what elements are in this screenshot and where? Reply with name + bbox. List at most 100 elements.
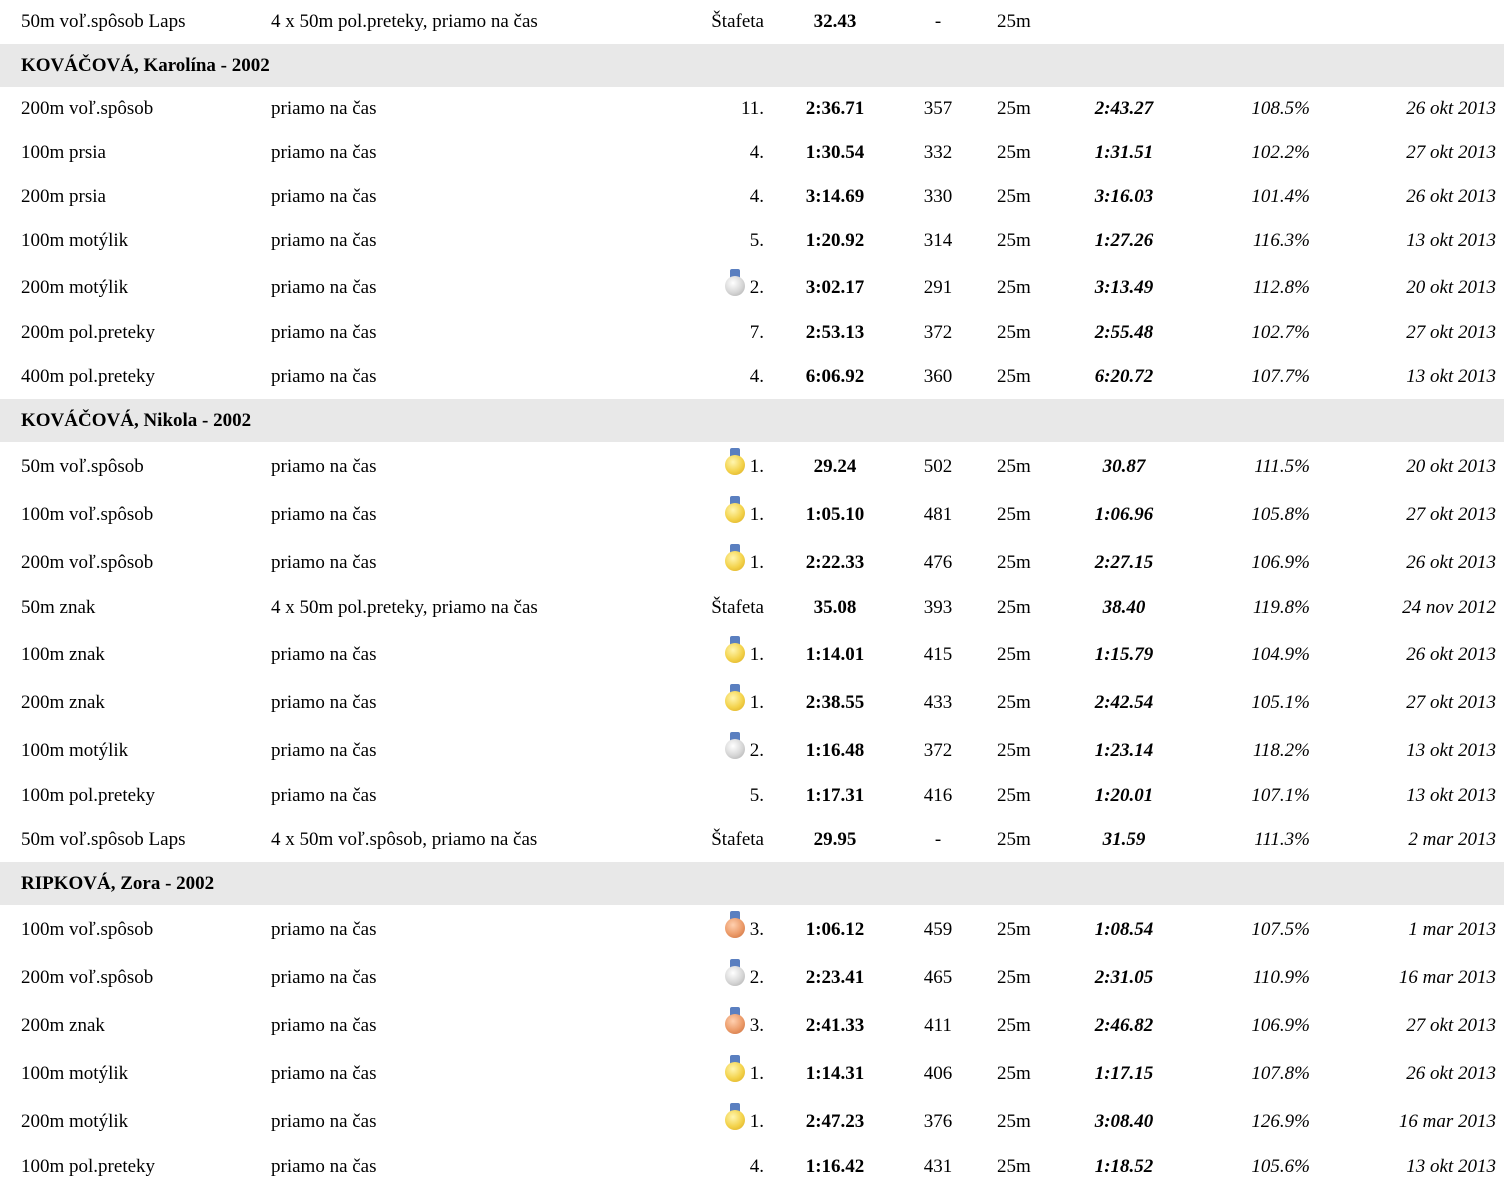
pool-length: 25m [997, 11, 1031, 32]
pool-length: 25m [997, 692, 1031, 713]
placement-text: 1. [749, 644, 764, 665]
placement: Štafeta [711, 829, 764, 850]
swim-time: 1:17.31 [805, 785, 865, 806]
event-detail: priamo na čas [271, 740, 377, 761]
bronze-medal-icon [724, 911, 746, 941]
results-table: 50m voľ.spôsob Laps 4 x 50m pol.preteky, … [0, 0, 1504, 1189]
reference-time: 3:13.49 [1094, 277, 1154, 298]
swim-time: 1:16.48 [805, 740, 865, 761]
event-detail: priamo na čas [271, 1063, 377, 1084]
swim-time: 2:41.33 [805, 1015, 865, 1036]
result-row: 100m pol.preteky priamo na čas 4. 1:16.42 43… [0, 1145, 1504, 1189]
event-detail: priamo na čas [271, 552, 377, 573]
fina-points: 502 [923, 456, 953, 477]
swim-time: 1:20.92 [805, 230, 865, 251]
event-detail: priamo na čas [271, 919, 377, 940]
fina-points: - [934, 829, 942, 850]
gold-medal-icon [724, 448, 746, 478]
reference-time: 1:18.52 [1094, 1156, 1154, 1177]
race-date: 24 nov 2012 [1402, 597, 1496, 618]
swim-time: 29.95 [813, 829, 857, 850]
reference-time: 2:27.15 [1094, 552, 1154, 573]
pool-length: 25m [997, 552, 1031, 573]
placement: 5. [749, 785, 764, 806]
result-row: 100m prsia priamo na čas 4. 1:30.54 332 25m 1:… [0, 131, 1504, 175]
event-name: 200m voľ.spôsob [21, 98, 154, 119]
reference-time: 2:31.05 [1094, 967, 1154, 988]
placement: 1. [724, 636, 764, 666]
event-name: 200m voľ.spôsob [21, 967, 154, 988]
fina-points: 332 [923, 142, 953, 163]
gold-medal-icon [724, 1103, 746, 1133]
fina-points: 372 [923, 322, 953, 343]
percentage: 106.9% [1251, 552, 1310, 573]
percentage: 108.5% [1251, 98, 1310, 119]
result-row: 100m znak priamo na čas 1. 1:14.01 415 25m 1:1… [0, 630, 1504, 678]
event-detail: priamo na čas [271, 692, 377, 713]
placement: Štafeta [711, 11, 764, 32]
reference-time: 3:08.40 [1094, 1111, 1154, 1132]
event-detail: priamo na čas [271, 1156, 377, 1177]
reference-time: 1:08.54 [1094, 919, 1154, 940]
percentage: 101.4% [1251, 186, 1310, 207]
result-row: 100m motýlik priamo na čas 5. 1:20.92 314 25m… [0, 219, 1504, 263]
placement: Štafeta [711, 597, 764, 618]
reference-time: 3:16.03 [1094, 186, 1154, 207]
swim-time: 2:38.55 [805, 692, 865, 713]
reference-time: 1:06.96 [1094, 504, 1154, 525]
reference-time: 1:23.14 [1094, 740, 1154, 761]
placement-text: 1. [749, 692, 764, 713]
percentage: 107.7% [1251, 366, 1310, 387]
race-date: 26 okt 2013 [1406, 98, 1496, 119]
pool-length: 25m [997, 366, 1031, 387]
percentage: 107.1% [1251, 785, 1310, 806]
placement-text: 1. [749, 504, 764, 525]
fina-points: 372 [923, 740, 953, 761]
swim-time: 2:23.41 [805, 967, 865, 988]
pool-length: 25m [997, 504, 1031, 525]
placement: 7. [749, 322, 764, 343]
percentage: 105.8% [1251, 504, 1310, 525]
pool-length: 25m [997, 785, 1031, 806]
result-row: 200m motýlik priamo na čas 1. 2:47.23 376 25m… [0, 1097, 1504, 1145]
event-name: 200m motýlik [21, 1111, 129, 1132]
event-name: 50m voľ.spôsob Laps [21, 829, 186, 850]
swim-time: 1:06.12 [805, 919, 865, 940]
fina-points: 481 [923, 504, 953, 525]
pool-length: 25m [997, 98, 1031, 119]
result-row: 200m voľ.spôsob priamo na čas 2. 2:23.41 465… [0, 953, 1504, 1001]
reference-time: 31.59 [1102, 829, 1146, 850]
result-row: 100m motýlik priamo na čas 2. 1:16.48 372 25m… [0, 726, 1504, 774]
percentage: 116.3% [1252, 230, 1310, 251]
result-row: 200m motýlik priamo na čas 2. 3:02.17 291 25m… [0, 263, 1504, 311]
placement: 5. [749, 230, 764, 251]
placement-text: 2. [749, 277, 764, 298]
result-row: 100m voľ.spôsob priamo na čas 3. 1:06.12 459… [0, 905, 1504, 953]
placement-text: 3. [749, 1015, 764, 1036]
pool-length: 25m [997, 1156, 1031, 1177]
placement: 1. [724, 496, 764, 526]
race-date: 13 okt 2013 [1406, 785, 1496, 806]
swim-time: 6:06.92 [805, 366, 865, 387]
swim-time: 1:30.54 [805, 142, 865, 163]
race-date: 26 okt 2013 [1406, 552, 1496, 573]
fina-points: 376 [923, 1111, 953, 1132]
gold-medal-icon [724, 684, 746, 714]
swimmer-header: KOVÁČOVÁ, Karolína - 2002 [0, 44, 1504, 87]
result-row: 200m pol.preteky priamo na čas 7. 2:53.13 37… [0, 311, 1504, 355]
reference-time: 2:42.54 [1094, 692, 1154, 713]
event-name: 200m motýlik [21, 277, 129, 298]
race-date: 27 okt 2013 [1406, 1015, 1496, 1036]
result-row: 50m znak 4 x 50m pol.preteky, priamo na č… [0, 586, 1504, 630]
gold-medal-icon [724, 544, 746, 574]
placement: 4. [749, 1156, 764, 1177]
fina-points: 330 [923, 186, 953, 207]
fina-points: 393 [923, 597, 953, 618]
race-date: 13 okt 2013 [1406, 740, 1496, 761]
result-row: 200m znak priamo na čas 3. 2:41.33 411 25m 2:4… [0, 1001, 1504, 1049]
event-detail: priamo na čas [271, 967, 377, 988]
placement: 4. [749, 366, 764, 387]
placement: 1. [724, 544, 764, 574]
placement-text: 1. [749, 552, 764, 573]
race-date: 16 mar 2013 [1398, 967, 1496, 988]
